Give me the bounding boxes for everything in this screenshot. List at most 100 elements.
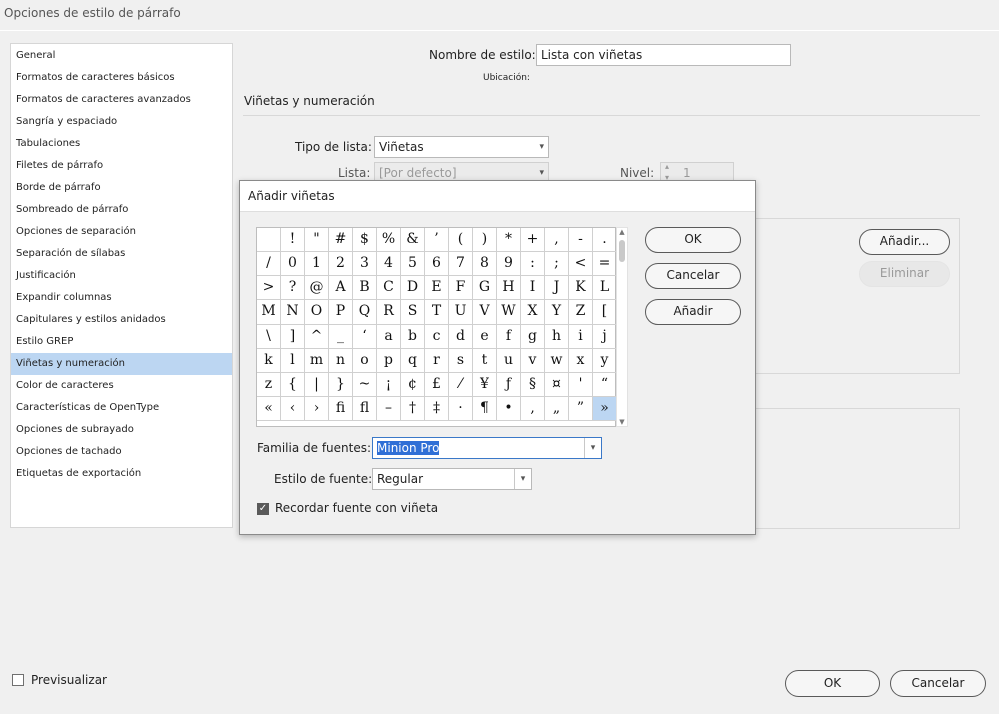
glyph-cell[interactable]: F — [449, 276, 473, 301]
glyph-cell[interactable]: g — [521, 324, 545, 349]
glyph-cell[interactable]: X — [521, 300, 545, 325]
glyph-cell[interactable]: ) — [473, 228, 497, 253]
glyph-cell[interactable]: H — [497, 276, 521, 301]
glyph-cell[interactable]: B — [353, 276, 377, 301]
glyph-cell[interactable]: @ — [305, 276, 329, 301]
glyph-cell[interactable]: S — [401, 300, 425, 325]
glyph-cell[interactable]: R — [377, 300, 401, 325]
glyph-cell[interactable]: p — [377, 348, 401, 373]
glyph-cell[interactable]: j — [593, 324, 617, 349]
glyph-cell[interactable]: ¢ — [401, 372, 425, 397]
glyph-cell[interactable]: c — [425, 324, 449, 349]
glyph-cell[interactable]: ¡ — [377, 372, 401, 397]
glyph-cell[interactable]: Q — [353, 300, 377, 325]
glyph-cell[interactable]: „ — [545, 396, 569, 421]
glyph-cell[interactable]: E — [425, 276, 449, 301]
glyph-cell[interactable]: h — [545, 324, 569, 349]
sidebar-item[interactable]: Justificación — [11, 265, 232, 287]
glyph-cell[interactable]: } — [329, 372, 353, 397]
glyph-cell[interactable]: J — [545, 276, 569, 301]
sidebar-item[interactable]: Expandir columnas — [11, 287, 232, 309]
scroll-down-icon[interactable]: ▼ — [617, 418, 627, 426]
glyph-cell[interactable]: 4 — [377, 252, 401, 277]
preview-checkbox[interactable] — [12, 674, 24, 686]
glyph-cell[interactable]: • — [497, 396, 521, 421]
glyph-cell[interactable]: ! — [281, 228, 305, 253]
sidebar-item[interactable]: Opciones de subrayado — [11, 419, 232, 441]
glyph-cell[interactable]: N — [281, 300, 305, 325]
glyph-cell[interactable]: . — [593, 228, 617, 253]
glyph-cell[interactable]: ‹ — [281, 396, 305, 421]
sidebar-item[interactable]: Capitulares y estilos anidados — [11, 309, 232, 331]
sidebar-item[interactable]: Opciones de tachado — [11, 441, 232, 463]
glyph-cell[interactable]: d — [449, 324, 473, 349]
glyph-cell[interactable]: ? — [281, 276, 305, 301]
sidebar-item[interactable]: Viñetas y numeración — [11, 353, 232, 375]
sidebar-item[interactable]: Tabulaciones — [11, 133, 232, 155]
glyph-cell[interactable]: ﬂ — [353, 396, 377, 421]
glyph-cell[interactable]: s — [449, 348, 473, 373]
glyph-cell[interactable]: O — [305, 300, 329, 325]
glyph-cell[interactable]: : — [521, 252, 545, 277]
glyph-cell[interactable]: m — [305, 348, 329, 373]
glyph-cell[interactable] — [257, 228, 281, 253]
glyph-cell[interactable]: t — [473, 348, 497, 373]
glyph-cell[interactable]: § — [521, 372, 545, 397]
glyph-cell[interactable]: K — [569, 276, 593, 301]
glyph-cell[interactable]: > — [257, 276, 281, 301]
glyph-cell[interactable]: Y — [545, 300, 569, 325]
glyph-cell[interactable]: ¥ — [473, 372, 497, 397]
glyph-cell[interactable]: £ — [425, 372, 449, 397]
glyph-cell[interactable]: › — [305, 396, 329, 421]
glyph-cell[interactable]: q — [401, 348, 425, 373]
glyph-cell[interactable]: 6 — [425, 252, 449, 277]
glyph-cell[interactable]: % — [377, 228, 401, 253]
glyph-cell[interactable]: | — [305, 372, 329, 397]
glyph-cell[interactable]: z — [257, 372, 281, 397]
glyph-cell[interactable]: ﬁ — [329, 396, 353, 421]
glyph-cell[interactable]: Z — [569, 300, 593, 325]
glyph-cell[interactable]: · — [449, 396, 473, 421]
glyph-cell[interactable]: x — [569, 348, 593, 373]
glyph-cell[interactable]: f — [497, 324, 521, 349]
glyph-cell[interactable]: n — [329, 348, 353, 373]
font-family-select[interactable]: Minion Pro ▾ — [372, 437, 602, 459]
dialog-ok-button[interactable]: OK — [645, 227, 741, 253]
sidebar-item[interactable]: Color de caracteres — [11, 375, 232, 397]
glyph-cell[interactable]: r — [425, 348, 449, 373]
glyph-cell[interactable]: 7 — [449, 252, 473, 277]
glyph-cell[interactable]: ‚ — [521, 396, 545, 421]
style-name-input[interactable]: Lista con viñetas — [536, 44, 791, 66]
glyph-cell[interactable]: = — [593, 252, 617, 277]
font-style-select[interactable]: Regular ▾ — [372, 468, 532, 490]
glyph-cell[interactable]: C — [377, 276, 401, 301]
cancel-button[interactable]: Cancelar — [890, 670, 986, 697]
remember-font-checkbox[interactable]: ✓ — [257, 503, 269, 515]
glyph-cell[interactable]: & — [401, 228, 425, 253]
glyph-cell[interactable]: – — [377, 396, 401, 421]
glyph-cell[interactable]: D — [401, 276, 425, 301]
glyph-cell[interactable]: + — [521, 228, 545, 253]
sidebar-item[interactable]: Etiquetas de exportación — [11, 463, 232, 485]
glyph-cell[interactable]: l — [281, 348, 305, 373]
glyph-cell[interactable]: w — [545, 348, 569, 373]
glyph-cell[interactable]: _ — [329, 324, 353, 349]
glyph-cell[interactable]: 9 — [497, 252, 521, 277]
glyph-cell[interactable]: y — [593, 348, 617, 373]
glyph-cell[interactable]: b — [401, 324, 425, 349]
ok-button[interactable]: OK — [785, 670, 880, 697]
glyph-cell[interactable]: 5 — [401, 252, 425, 277]
glyph-cell[interactable]: I — [521, 276, 545, 301]
glyph-cell[interactable]: k — [257, 348, 281, 373]
glyph-cell[interactable]: ¤ — [545, 372, 569, 397]
glyph-cell[interactable]: e — [473, 324, 497, 349]
glyph-cell[interactable]: ' — [569, 372, 593, 397]
glyph-cell[interactable]: 3 — [353, 252, 377, 277]
glyph-cell[interactable]: [ — [593, 300, 617, 325]
glyph-cell[interactable]: » — [593, 396, 617, 421]
sidebar-item[interactable]: Estilo GREP — [11, 331, 232, 353]
glyph-cell[interactable]: { — [281, 372, 305, 397]
glyph-cell[interactable]: # — [329, 228, 353, 253]
glyph-cell[interactable]: “ — [593, 372, 617, 397]
sidebar-item[interactable]: General — [11, 45, 232, 67]
